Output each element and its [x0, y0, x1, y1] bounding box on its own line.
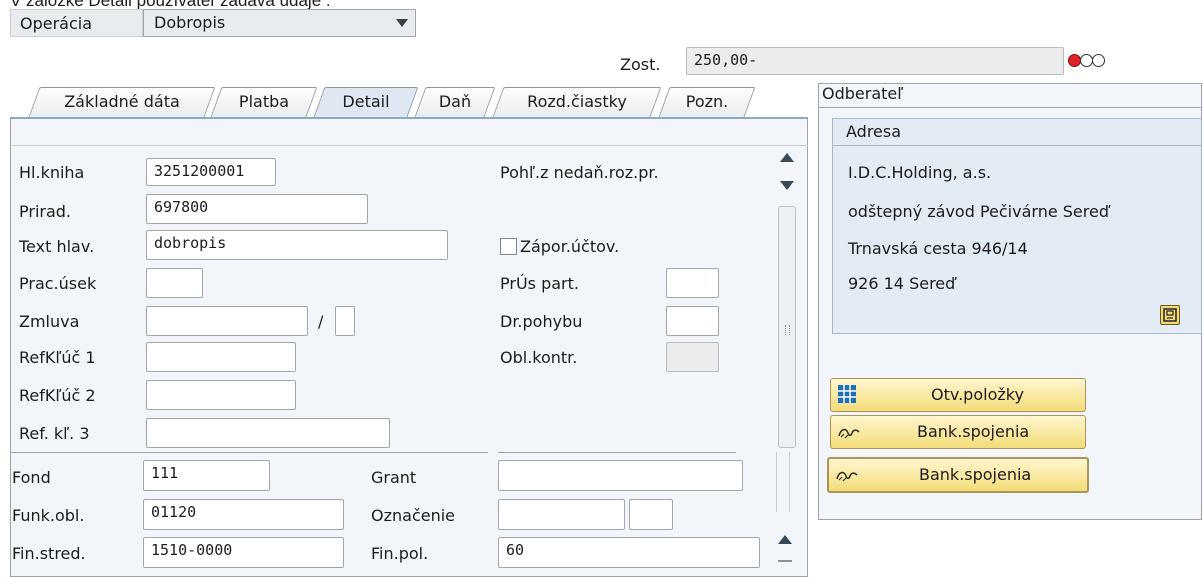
section-divider-right [498, 452, 736, 453]
dr-pohybu-field[interactable] [666, 306, 719, 336]
refkluc1-label: RefKľúč 1 [19, 348, 96, 367]
page-caption: V záložke Detail používateľ zadáva údaje… [10, 0, 331, 10]
fin-pol-field[interactable]: 60 [498, 537, 760, 568]
grant-label: Grant [371, 468, 417, 487]
zmluva-sub-field[interactable] [335, 306, 355, 336]
panel-inner-separator [10, 145, 808, 146]
pohl-nedan-label: Pohľ.z nedaň.roz.pr. [500, 163, 659, 182]
handshake-icon [836, 471, 858, 482]
hl-kniha-label: Hl.kniha [19, 163, 85, 182]
text-hlav-field[interactable]: dobropis [146, 230, 448, 260]
fond-label: Fond [12, 468, 51, 487]
zapor-uctov-label: Zápor.účtov. [520, 237, 620, 256]
funk-obl-field[interactable]: 01120 [143, 499, 344, 530]
obl-kontr-field [666, 342, 719, 372]
refkl3-label: Ref. kľ. 3 [19, 424, 90, 443]
bank-connections-button-1[interactable]: Bank.spojenia [830, 415, 1086, 449]
oznacenie-label: Označenie [371, 506, 456, 525]
fin-stred-field[interactable]: 1510-0000 [143, 537, 344, 568]
fond-field[interactable]: 111 [143, 460, 270, 491]
prirad-label: Prirad. [19, 202, 72, 221]
zmluva-label: Zmluva [19, 312, 80, 331]
address-line-4: 926 14 Sereď [848, 274, 956, 293]
customer-title: Odberateľ [822, 84, 904, 103]
text-hlav-label: Text hlav. [19, 237, 95, 256]
tab-platba-label: Platba [238, 92, 290, 111]
funk-obl-label: Funk.obl. [12, 506, 85, 525]
address-title-divider [832, 145, 1202, 146]
operation-value: Dobropis [154, 13, 226, 32]
chevron-down-icon[interactable] [396, 19, 408, 27]
prus-part-label: PrÚs part. [500, 274, 579, 293]
tab-dan-label: Daň [438, 92, 472, 111]
bank-connections-label-1: Bank.spojenia [917, 422, 1030, 441]
prac-usek-label: Prac.úsek [19, 274, 97, 293]
obl-kontr-label: Obl.kontr. [500, 348, 578, 367]
address-line-3: Trnavská cesta 946/14 [848, 239, 1028, 258]
fin-pol-label: Fin.pol. [371, 544, 429, 563]
zapor-uctov-checkbox[interactable] [500, 238, 517, 255]
customer-title-divider [818, 107, 1202, 108]
bank-connections-button-2[interactable]: Bank.spojenia [827, 457, 1089, 493]
zmluva-field[interactable] [146, 306, 308, 336]
hl-kniha-field[interactable]: 3251200001 [146, 158, 276, 186]
grant-field[interactable] [498, 460, 743, 491]
zmluva-separator: / [318, 312, 324, 331]
balance-field: 250,00- [686, 47, 1064, 75]
scroll-up-lower-icon[interactable] [778, 535, 792, 544]
address-line-1: I.D.C.Holding, a.s. [848, 163, 992, 182]
vertical-scrollbar[interactable] [778, 148, 796, 448]
scroll-up-icon[interactable] [780, 153, 794, 162]
oznacenie-sub-field[interactable] [629, 499, 673, 530]
bank-connections-label-2: Bank.spojenia [919, 465, 1032, 484]
prus-part-field[interactable] [666, 268, 719, 298]
prirad-field[interactable]: 697800 [146, 194, 368, 224]
address-detail-button[interactable] [1160, 305, 1180, 325]
open-items-label: Otv.položky [931, 385, 1024, 404]
panel-edge-right [776, 452, 790, 512]
scroll-down-icon[interactable] [780, 181, 794, 190]
status-lights-icon [1068, 53, 1114, 69]
dr-pohybu-label: Dr.pohybu [500, 312, 583, 331]
address-detail-icon [1163, 308, 1177, 322]
refkluc2-label: RefKľúč 2 [19, 386, 96, 405]
fin-stred-label: Fin.stred. [12, 544, 86, 563]
open-items-button[interactable]: Otv.položky [830, 378, 1086, 412]
section-divider [10, 452, 488, 453]
tab-pozn-label: Pozn. [685, 92, 729, 111]
tab-rozd-ciastky-label: Rozd.čiastky [527, 92, 627, 111]
scroll-thumb[interactable] [778, 206, 796, 448]
balance-label: Zost. [620, 55, 661, 74]
address-title: Adresa [846, 122, 902, 141]
handshake-icon [838, 428, 860, 439]
scroll-lower-edge [778, 560, 792, 562]
operation-label: Operácia [20, 14, 93, 33]
table-grid-icon [838, 385, 856, 403]
address-line-2: odštepný závod Pečivárne Sereď [848, 202, 1109, 221]
refkl3-field[interactable] [146, 418, 390, 448]
refkluc1-field[interactable] [146, 342, 296, 372]
oznacenie-field[interactable] [498, 499, 625, 530]
operation-label-box: Operácia [10, 9, 143, 37]
refkluc2-field[interactable] [146, 380, 296, 410]
tab-detail-label: Detail [342, 92, 390, 111]
tab-zakladne-data-label: Základné dáta [64, 92, 180, 111]
address-group [832, 118, 1202, 334]
prac-usek-field[interactable] [146, 268, 203, 298]
operation-select[interactable]: Dobropis [143, 9, 416, 37]
